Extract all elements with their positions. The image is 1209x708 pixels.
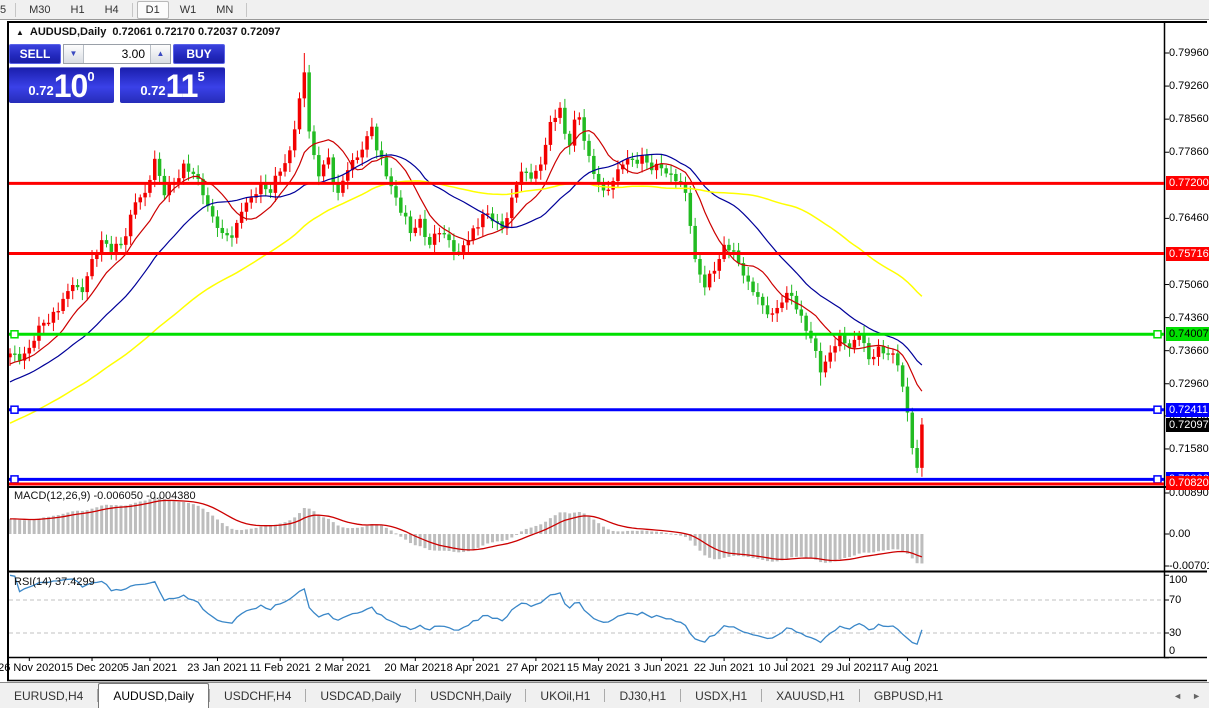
level-price-label-0.72411: 0.72411 bbox=[1166, 403, 1209, 417]
level-price-label-0.74007: 0.74007 bbox=[1166, 327, 1209, 341]
symbol-label: AUDUSD,Daily bbox=[30, 26, 106, 38]
price-tick-0.72960: 0.72960 bbox=[1169, 378, 1209, 390]
chart-tab-UKOil-H1[interactable]: UKOil,H1 bbox=[526, 683, 604, 708]
candles-layer bbox=[8, 53, 923, 477]
macd-tick-0.00: 0.00 bbox=[1169, 528, 1190, 540]
tab-scroll-right-icon[interactable]: ► bbox=[1192, 691, 1201, 701]
ma-25-line bbox=[10, 154, 922, 382]
price-tick-0.79960: 0.79960 bbox=[1169, 47, 1209, 59]
price-tick-0.79260: 0.79260 bbox=[1169, 80, 1209, 92]
price-tick-0.77860: 0.77860 bbox=[1169, 146, 1209, 158]
price-tick-0.74360: 0.74360 bbox=[1169, 312, 1209, 324]
buy-price-base: 0.72 bbox=[140, 83, 165, 98]
rsi-tick-30: 30 bbox=[1169, 627, 1181, 639]
level-handle bbox=[1154, 476, 1161, 483]
macd-tick--0.007013: -0.007013 bbox=[1169, 560, 1209, 572]
chart-tab-AUDUSD-Daily[interactable]: AUDUSD,Daily bbox=[98, 683, 209, 708]
chart-tab-USDCAD-Daily[interactable]: USDCAD,Daily bbox=[306, 683, 415, 708]
buy-price-big: 11 bbox=[166, 71, 198, 101]
sell-price-big: 10 bbox=[54, 71, 88, 101]
level-price-label-0.70820: 0.70820 bbox=[1166, 476, 1209, 490]
chart-tab-USDCHF-H4[interactable]: USDCHF,H4 bbox=[210, 683, 305, 708]
macd-signal-line bbox=[10, 500, 922, 560]
date-tick-27-Apr-2021: 27 Apr 2021 bbox=[506, 662, 565, 674]
volume-field[interactable]: 3.00 bbox=[84, 45, 150, 63]
date-tick-10-Jul-2021: 10 Jul 2021 bbox=[758, 662, 815, 674]
macd-layer bbox=[9, 497, 924, 563]
chart-tab-DJ30-H1[interactable]: DJ30,H1 bbox=[605, 683, 680, 708]
sell-price-box[interactable]: 0.72 10 0 bbox=[9, 67, 114, 103]
level-price-label-0.75716: 0.75716 bbox=[1166, 247, 1209, 261]
date-tick-23-Jan-2021: 23 Jan 2021 bbox=[187, 662, 248, 674]
price-tick-0.78560: 0.78560 bbox=[1169, 113, 1209, 125]
rsi-label: RSI(14) 37.4299 bbox=[14, 576, 95, 588]
chart-title: ▲ AUDUSD,Daily 0.72061 0.72170 0.72037 0… bbox=[16, 26, 281, 38]
date-tick-2-Mar-2021: 2 Mar 2021 bbox=[315, 662, 371, 674]
price-tick-0.75060: 0.75060 bbox=[1169, 279, 1209, 291]
level-handle bbox=[11, 476, 18, 483]
buy-button[interactable]: BUY bbox=[173, 44, 225, 64]
date-tick-11-Feb-2021: 11 Feb 2021 bbox=[250, 662, 311, 674]
volume-down-icon[interactable]: ▼ bbox=[64, 45, 84, 63]
price-tick-0.73660: 0.73660 bbox=[1169, 345, 1209, 357]
volume-up-icon[interactable]: ▲ bbox=[150, 45, 170, 63]
trading-terminal: 5M30H1H4D1W1MN ▲ AUDUSD,Daily 0.72061 0.… bbox=[0, 0, 1209, 708]
sell-price-base: 0.72 bbox=[28, 83, 53, 98]
trade-panel-price-row: 0.72 10 0 0.72 11 5 bbox=[9, 67, 225, 103]
date-tick-15-May-2021: 15 May 2021 bbox=[567, 662, 631, 674]
level-handle bbox=[1154, 406, 1161, 413]
chart-tab-bar: EURUSD,H4AUDUSD,DailyUSDCHF,H4USDCAD,Dai… bbox=[0, 682, 1209, 708]
sell-button[interactable]: SELL bbox=[9, 44, 61, 64]
date-tick-22-Jun-2021: 22 Jun 2021 bbox=[694, 662, 755, 674]
buy-price-box[interactable]: 0.72 11 5 bbox=[120, 67, 225, 103]
price-tick-0.76460: 0.76460 bbox=[1169, 212, 1209, 224]
date-tick-3-Jun-2021: 3 Jun 2021 bbox=[634, 662, 688, 674]
level-handle bbox=[11, 331, 18, 338]
level-handle bbox=[1154, 331, 1161, 338]
chart-tab-USDX-H1[interactable]: USDX,H1 bbox=[681, 683, 761, 708]
chart-tab-GBPUSD-H1[interactable]: GBPUSD,H1 bbox=[860, 683, 957, 708]
volume-stepper: ▼ 3.00 ▲ bbox=[63, 44, 171, 64]
date-tick-15-Dec-2020: 15 Dec 2020 bbox=[61, 662, 123, 674]
date-tick-29-Jul-2021: 29 Jul 2021 bbox=[821, 662, 878, 674]
trade-panel-top-row: SELL ▼ 3.00 ▲ BUY bbox=[9, 44, 225, 64]
collapse-triangle-icon[interactable]: ▲ bbox=[16, 28, 24, 37]
chart-tab-USDCNH-Daily[interactable]: USDCNH,Daily bbox=[416, 683, 525, 708]
current-price-label: 0.72097 bbox=[1166, 418, 1209, 432]
ohlc-values: 0.72061 0.72170 0.72037 0.72097 bbox=[112, 26, 280, 38]
trade-panel: SELL ▼ 3.00 ▲ BUY 0.72 10 0 0.72 11 5 bbox=[9, 44, 225, 103]
chart-canvas[interactable] bbox=[0, 0, 1209, 708]
chart-tab-XAUUSD-H1[interactable]: XAUUSD,H1 bbox=[762, 683, 859, 708]
date-tick-26-Nov-2020: 26 Nov 2020 bbox=[0, 662, 60, 674]
macd-label: MACD(12,26,9) -0.006050 -0.004380 bbox=[14, 490, 196, 502]
price-tick-0.71580: 0.71580 bbox=[1169, 443, 1209, 455]
level-handle bbox=[11, 406, 18, 413]
chart-tab-EURUSD-H4[interactable]: EURUSD,H4 bbox=[0, 683, 97, 708]
tab-scroll-left-icon[interactable]: ◄ bbox=[1173, 691, 1182, 701]
tab-scroll-controls: ◄► bbox=[1173, 683, 1209, 708]
rsi-line bbox=[10, 575, 922, 644]
date-tick-20-Mar-2021: 20 Mar 2021 bbox=[384, 662, 446, 674]
date-tick-8-Apr-2021: 8 Apr 2021 bbox=[447, 662, 500, 674]
date-tick-5-Jan-2021: 5 Jan 2021 bbox=[123, 662, 177, 674]
date-tick-17-Aug-2021: 17 Aug 2021 bbox=[877, 662, 939, 674]
rsi-tick-100: 100 bbox=[1169, 574, 1187, 586]
buy-price-sup: 5 bbox=[197, 69, 204, 84]
rsi-tick-0: 0 bbox=[1169, 645, 1175, 657]
rsi-tick-70: 70 bbox=[1169, 594, 1181, 606]
sell-price-sup: 0 bbox=[87, 69, 94, 84]
level-price-label-0.77200: 0.77200 bbox=[1166, 176, 1209, 190]
